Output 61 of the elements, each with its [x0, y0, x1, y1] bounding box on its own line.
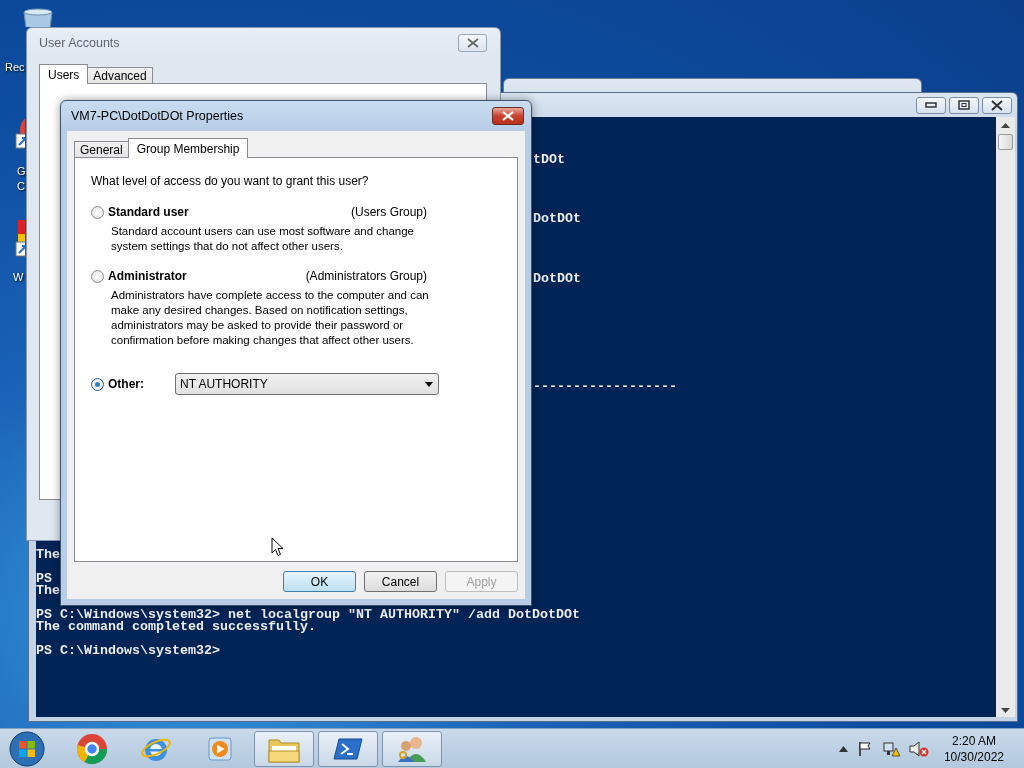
icon-label: C: [17, 179, 26, 194]
close-icon: [991, 99, 1003, 111]
group-dropdown[interactable]: NT AUTHORITY: [175, 373, 439, 395]
scroll-up-icon[interactable]: [1001, 123, 1010, 128]
network-icon[interactable]: [881, 740, 900, 757]
console-text: tDOt: [533, 154, 565, 166]
group-label: (Administrators Group): [305, 269, 427, 283]
clock[interactable]: 2:20 AM 10/30/2022: [943, 732, 1004, 765]
option-label[interactable]: Standard user: [108, 205, 189, 219]
console-text: DotDOt: [533, 273, 581, 285]
restore-icon: [958, 100, 970, 110]
console-line: The: [36, 549, 60, 561]
minimize-icon: [925, 102, 937, 108]
maximize-button[interactable]: [949, 96, 979, 114]
console-text: DotDOt: [533, 213, 581, 225]
console-line: PS: [36, 573, 52, 585]
icon-label: G: [17, 164, 26, 179]
tab[interactable]: Group Membership: [127, 138, 249, 158]
caret-up-icon[interactable]: [838, 745, 848, 752]
option-label[interactable]: Other:: [108, 377, 175, 391]
radio-button[interactable]: [91, 205, 104, 219]
question-text: What level of access do you want to grant this user?: [91, 174, 370, 189]
scrollbar[interactable]: [996, 117, 1015, 717]
radio-button[interactable]: [91, 377, 104, 391]
console-line: The command completed successfully.: [36, 621, 316, 633]
console-line: PS C:\Windows\system32> net localgroup "NT AUTHORITY" /add DotDotDOt: [36, 609, 580, 621]
window-title: VM7-PC\DotDotDOt Properties: [71, 109, 244, 123]
close-button[interactable]: [982, 96, 1012, 114]
flag-icon[interactable]: [856, 740, 873, 757]
console-line: The: [36, 585, 60, 597]
clock-time: 2:20 AM: [951, 732, 996, 749]
close-button[interactable]: [458, 34, 487, 52]
start-button[interactable]: [8, 729, 46, 768]
muted-speaker-icon[interactable]: [908, 740, 929, 757]
terminal-icon[interactable]: [333, 735, 363, 762]
close-icon: [502, 111, 514, 121]
close-icon: [466, 38, 479, 48]
scroll-thumb[interactable]: [998, 134, 1013, 150]
option-label[interactable]: Administrator: [108, 269, 187, 283]
mouse-pointer-icon: [271, 537, 284, 557]
scroll-down-icon[interactable]: [1001, 708, 1010, 713]
console-text: ------------------: [533, 381, 677, 393]
taskbar-button[interactable]: [254, 730, 314, 767]
dialog-button[interactable]: Cancel: [364, 571, 437, 592]
option-description: Administrators have complete access to the computer and can make any desired changes. Based on notification settings, administrators may be asked to provide their password or confirmation before making changes that affect other users.: [111, 288, 430, 348]
tab[interactable]: Users: [39, 64, 89, 84]
clock-date: 10/30/2022: [943, 748, 1004, 765]
icon-label: W: [13, 270, 24, 285]
option-description: Standard account users can use most software and change system settings that do not affect other users.: [111, 224, 415, 254]
dialog-button[interactable]: OK: [283, 571, 356, 592]
window-title: User Accounts: [39, 36, 120, 50]
caret-icon: [425, 381, 433, 387]
minimize-button[interactable]: [916, 96, 946, 114]
console-line: PS C:\Windows\system32>: [36, 645, 220, 657]
group-label: (Users Group): [351, 205, 427, 219]
taskbar-button[interactable]: [382, 730, 442, 767]
close-button[interactable]: [492, 107, 524, 125]
icon-label: Rec: [5, 60, 25, 75]
radio-button[interactable]: [91, 269, 104, 283]
browser-icon[interactable]: [76, 732, 108, 765]
taskbar-button[interactable]: [318, 730, 378, 767]
